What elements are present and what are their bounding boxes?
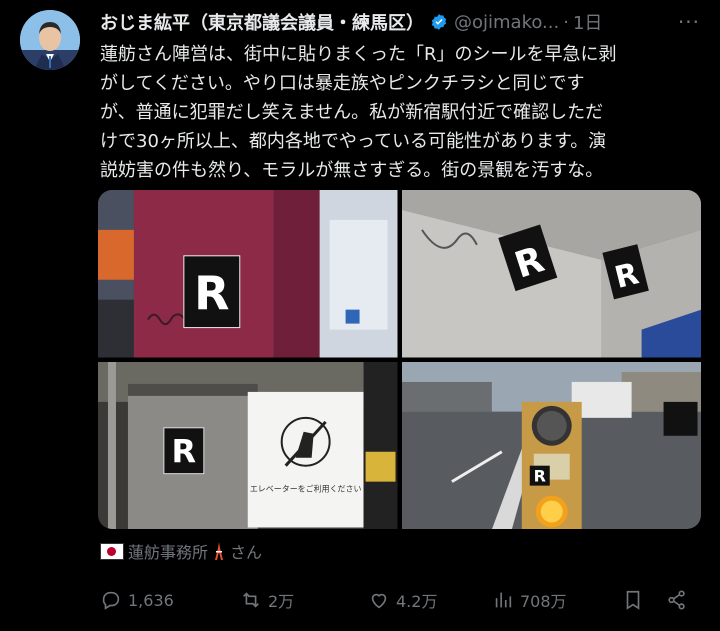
media-grid: R R R エレベーターをご利用ください R R bbox=[98, 190, 701, 529]
share-icon bbox=[668, 590, 685, 610]
credit-name: 蓮舫事務所 bbox=[128, 543, 209, 562]
reply-button[interactable]: 1,636 bbox=[100, 589, 240, 611]
repost-count: 2万 bbox=[268, 592, 295, 611]
view-count: 708万 bbox=[520, 592, 567, 611]
author-avatar[interactable] bbox=[20, 10, 80, 70]
author-handle[interactable]: @ojimako... bbox=[454, 12, 559, 33]
tweet-text-line: 蓮舫さん陣営は、街中に貼りまくった「R」のシールを早急に剥 bbox=[100, 44, 617, 65]
tweet-header: おじま紘平（東京都議会議員・練馬区） @ojimako... · 1日 ··· bbox=[100, 10, 700, 34]
post-time[interactable]: 1日 bbox=[573, 9, 602, 35]
repost-icon bbox=[243, 592, 259, 608]
reply-count: 1,636 bbox=[128, 590, 174, 610]
tweet-text-line: 説妨害の件も然り、モラルが無さすぎる。街の景観を汚すな。 bbox=[100, 160, 604, 181]
author-name[interactable]: おじま紘平（東京都議会議員・練馬区） bbox=[100, 9, 424, 35]
media-credit[interactable]: 蓮舫事務所 さん bbox=[100, 539, 262, 563]
photo-1[interactable]: R bbox=[98, 190, 398, 358]
photo-2[interactable]: R R bbox=[401, 190, 701, 358]
repost-button[interactable]: 2万 bbox=[240, 588, 368, 612]
views-chart-icon bbox=[495, 592, 512, 608]
tweet-text-line: けで30ヶ所以上、都内各地でやっている可能性があります。演 bbox=[100, 131, 607, 152]
bookmark-button[interactable] bbox=[622, 589, 666, 611]
tweet-text-line: が、普通に犯罪だし笑えません。私が新宿駅付近で確認しただ bbox=[100, 102, 604, 123]
like-button[interactable]: 4.2万 bbox=[368, 588, 492, 612]
photo-4[interactable]: R bbox=[401, 361, 701, 529]
r-sticker-5: R bbox=[533, 466, 545, 485]
bookmark-icon bbox=[626, 590, 640, 610]
separator-dot: · bbox=[563, 11, 569, 33]
r-sticker-1: R bbox=[194, 267, 229, 321]
tweet-text: 蓮舫さん陣営は、街中に貼りまくった「R」のシールを早急に剥 がしてください。やり… bbox=[100, 40, 704, 185]
more-options-icon[interactable]: ··· bbox=[678, 10, 700, 34]
photo-3[interactable]: エレベーターをご利用ください R bbox=[98, 361, 398, 529]
share-button[interactable] bbox=[666, 589, 688, 611]
heart-icon bbox=[371, 593, 387, 609]
verified-badge-icon bbox=[431, 14, 447, 30]
avatar-portrait bbox=[20, 10, 80, 70]
reply-icon bbox=[102, 591, 120, 610]
views-button[interactable]: 708万 bbox=[492, 588, 622, 612]
tokyo-tower-icon bbox=[215, 542, 224, 560]
credit-suffix: さん bbox=[230, 543, 263, 562]
japan-flag-icon bbox=[100, 542, 124, 560]
action-bar: 1,636 2万 4.2万 708万 bbox=[100, 585, 690, 615]
tweet-text-line: がしてください。やり口は暴走族やピンクチラシと同じです bbox=[100, 73, 585, 94]
r-sticker-4: R bbox=[172, 432, 197, 470]
like-count: 4.2万 bbox=[396, 592, 438, 611]
elevator-sign-text: エレベーターをご利用ください bbox=[250, 483, 362, 493]
